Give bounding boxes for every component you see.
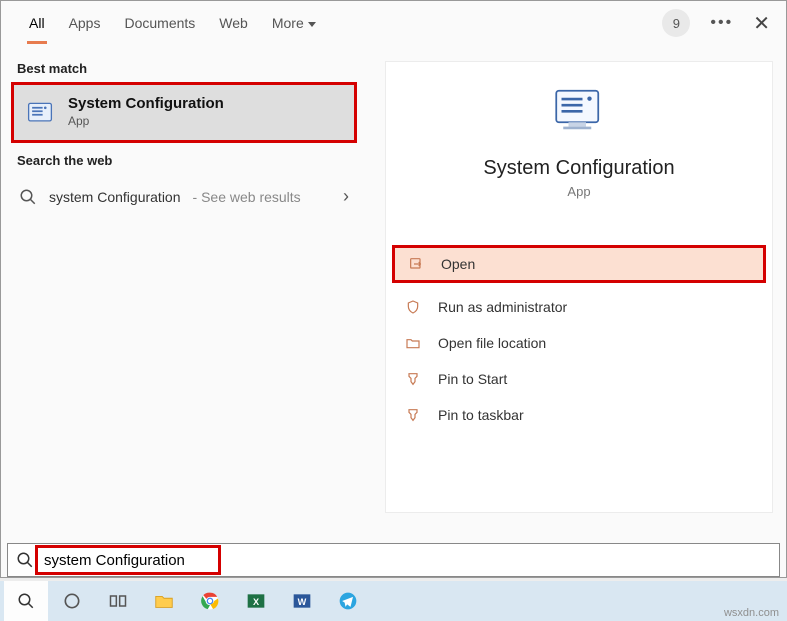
search-icon [19,188,37,206]
actions-list: Open Run as administrator Open file loca… [386,245,772,433]
tab-all[interactable]: All [17,3,57,43]
watermark: wsxdn.com [724,607,779,619]
web-query: system Configuration [49,189,181,205]
action-label: Run as administrator [438,299,567,315]
tab-documents[interactable]: Documents [112,3,207,43]
svg-text:X: X [253,597,260,607]
taskbar-word-icon[interactable]: W [280,581,324,621]
action-open[interactable]: Open [392,245,766,283]
tab-more[interactable]: More [260,3,328,43]
section-best-match: Best match [1,51,367,82]
chevron-right-icon: › [343,186,349,207]
preview-app-icon [551,82,607,138]
action-pin-start[interactable]: Pin to Start [386,361,772,397]
close-icon[interactable]: ✕ [753,11,770,36]
web-hint: - See web results [193,189,301,205]
shield-icon [404,298,422,316]
taskbar-explorer-icon[interactable] [142,581,186,621]
preview-sub: App [386,184,772,199]
open-icon [407,255,425,273]
taskbar: X W [0,581,787,621]
result-title: System Configuration [68,95,224,112]
results-column: Best match System Configuration App Sear… [1,51,367,219]
tabs-row: All Apps Documents Web More 9 ••• ✕ [1,1,786,45]
taskbar-telegram-icon[interactable] [326,581,370,621]
action-label: Open file location [438,335,546,351]
taskbar-search-button[interactable] [4,581,48,621]
action-run-admin[interactable]: Run as administrator [386,289,772,325]
search-panel: All Apps Documents Web More 9 ••• ✕ Best… [0,0,787,578]
tab-web[interactable]: Web [207,3,260,43]
preview-pane: System Configuration App Open Run as adm… [385,61,773,513]
search-input[interactable] [44,552,771,569]
action-label: Pin to Start [438,371,507,387]
action-label: Open [441,256,475,272]
tab-apps[interactable]: Apps [57,3,113,43]
action-label: Pin to taskbar [438,407,524,423]
action-open-location[interactable]: Open file location [386,325,772,361]
section-search-web: Search the web [1,143,367,174]
web-result-row[interactable]: system Configuration - See web results › [1,174,367,219]
search-bar[interactable] [7,543,780,577]
account-badge[interactable]: 9 [662,9,690,37]
preview-title: System Configuration [386,157,772,180]
svg-text:W: W [298,597,307,607]
result-system-configuration[interactable]: System Configuration App [11,82,357,143]
taskbar-cortana-icon[interactable] [50,581,94,621]
result-sub: App [68,114,89,128]
msconfig-icon [26,99,54,127]
tab-more-label: More [272,15,304,31]
taskbar-excel-icon[interactable]: X [234,581,278,621]
action-pin-taskbar[interactable]: Pin to taskbar [386,397,772,433]
folder-icon [404,334,422,352]
more-options-icon[interactable]: ••• [710,14,733,32]
taskbar-taskview-icon[interactable] [96,581,140,621]
search-icon [16,551,34,569]
pin-icon [404,406,422,424]
pin-icon [404,370,422,388]
caret-down-icon [308,22,316,27]
taskbar-chrome-icon[interactable] [188,581,232,621]
